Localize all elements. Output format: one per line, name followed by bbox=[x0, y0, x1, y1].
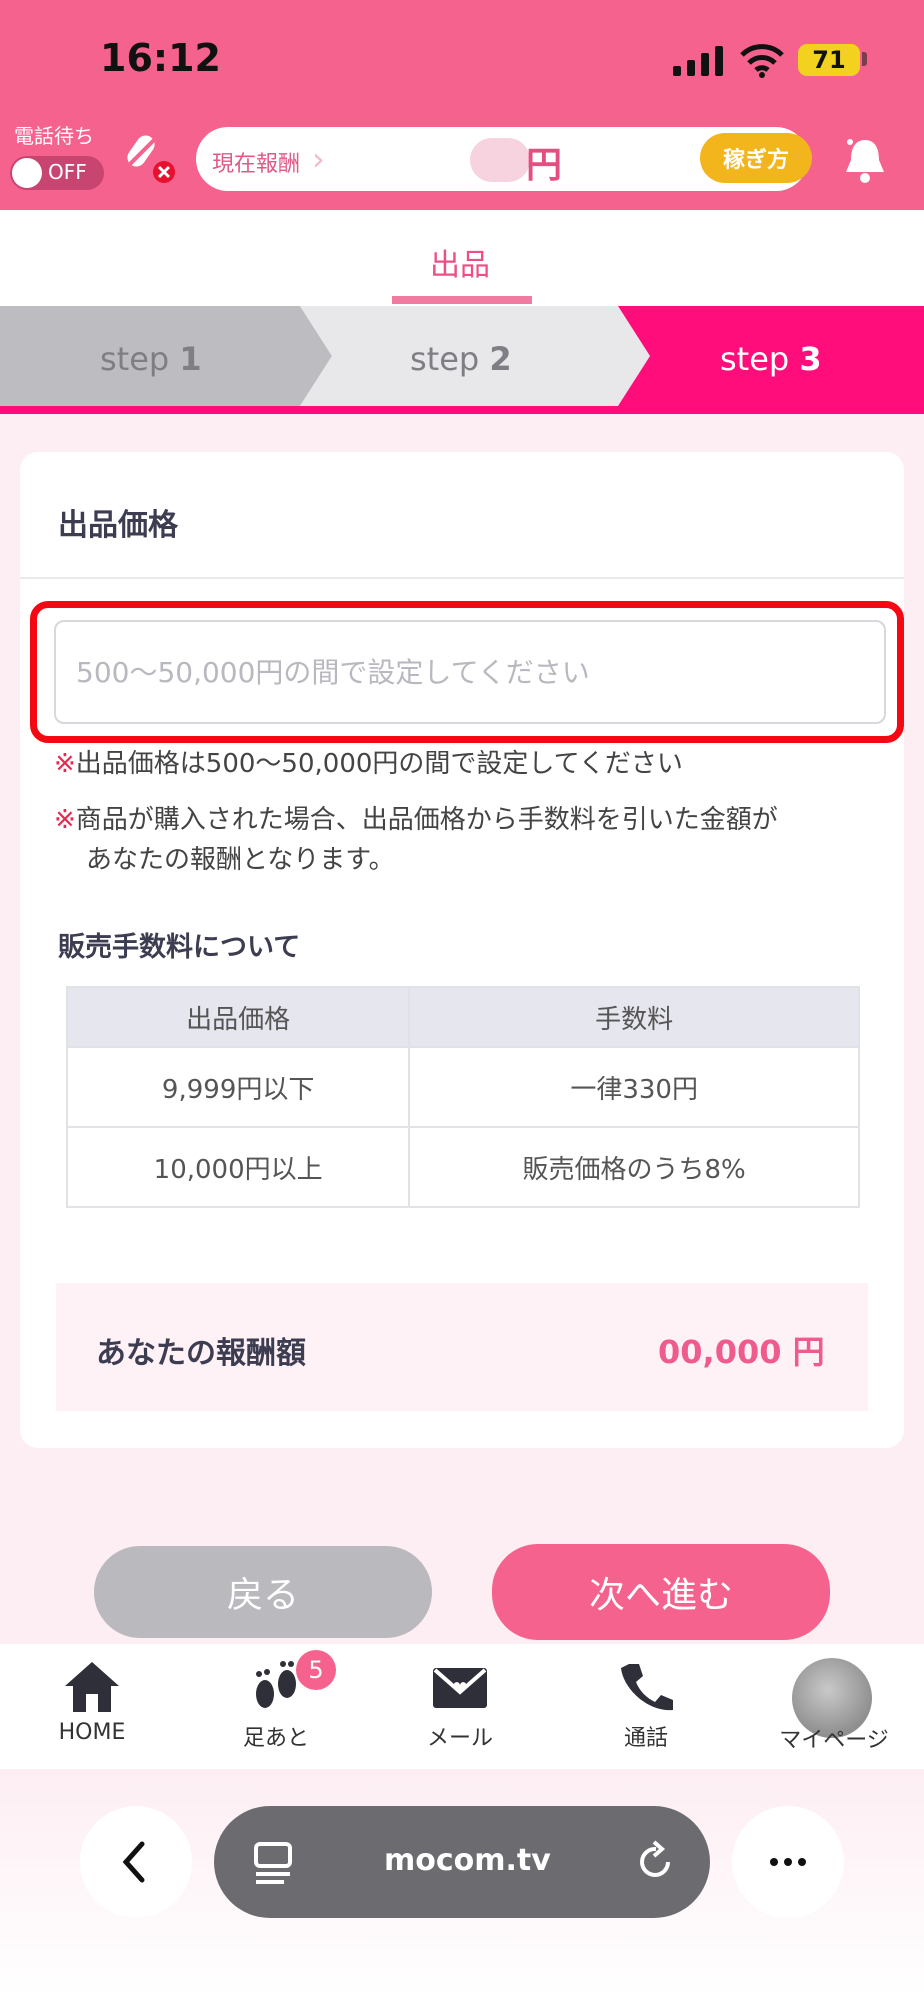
call-wait-toggle[interactable]: OFF bbox=[10, 156, 104, 190]
note-price-range: ※出品価格は500〜50,000円の間で設定してください bbox=[54, 749, 683, 779]
reward-label: あなたの報酬額 bbox=[96, 1336, 306, 1371]
how-to-earn-button[interactable]: 稼ぎ方 bbox=[700, 133, 812, 183]
nav-mail[interactable]: メール bbox=[400, 1660, 520, 1760]
page-title: 出品 bbox=[430, 248, 490, 283]
step-3: step 3 bbox=[720, 340, 822, 378]
table-cell: 販売価格のうち8% bbox=[408, 1126, 860, 1208]
mic-off-icon[interactable] bbox=[118, 128, 180, 186]
nav-call[interactable]: 通話 bbox=[586, 1660, 706, 1760]
status-time: 16:12 bbox=[100, 36, 221, 80]
more-options-button[interactable] bbox=[732, 1806, 844, 1918]
reload-icon[interactable] bbox=[626, 1832, 686, 1892]
table-cell: 10,000円以上 bbox=[65, 1126, 411, 1208]
table-cell: 9,999円以下 bbox=[65, 1046, 411, 1128]
table-header: 出品価格 bbox=[65, 986, 411, 1048]
card-title: 出品価格 bbox=[58, 508, 178, 543]
step-indicator: step 1 step 2 step 3 bbox=[0, 306, 924, 414]
table-row: 10,000円以上 販売価格のうち8% bbox=[65, 1126, 860, 1208]
nav-home[interactable]: HOME bbox=[32, 1660, 152, 1760]
next-button[interactable]: 次へ進む bbox=[492, 1544, 830, 1640]
price-input[interactable] bbox=[54, 620, 886, 724]
fee-table: 出品価格 手数料 9,999円以下 一律330円 10,000円以上 販売価格の… bbox=[65, 986, 860, 1208]
call-wait-label: 電話待ち bbox=[14, 124, 94, 148]
reward-value: 00,000 円 bbox=[658, 1333, 825, 1371]
note-reward: ※商品が購入された場合、出品価格から手数料を引いた金額が あなたの報酬となります… bbox=[54, 805, 778, 875]
mail-icon bbox=[433, 1668, 487, 1708]
chevron-left-icon bbox=[122, 1841, 145, 1883]
toggle-knob bbox=[12, 158, 42, 188]
step-2: step 2 bbox=[410, 340, 512, 378]
table-row: 9,999円以下 一律330円 bbox=[65, 1046, 860, 1128]
footprints-badge: 5 bbox=[296, 1650, 336, 1690]
divider bbox=[20, 577, 904, 579]
wifi-icon bbox=[740, 44, 784, 78]
toggle-state-label: OFF bbox=[48, 160, 87, 184]
battery-indicator: 71 bbox=[798, 44, 860, 76]
url-text: mocom.tv bbox=[384, 1843, 551, 1878]
table-cell: 一律330円 bbox=[408, 1046, 860, 1128]
table-header-row: 出品価格 手数料 bbox=[65, 986, 860, 1048]
step-underline bbox=[0, 406, 924, 414]
reward-unit: 円 bbox=[526, 145, 563, 186]
table-header: 手数料 bbox=[408, 986, 860, 1048]
reward-amount-blurred bbox=[470, 138, 530, 182]
back-button[interactable]: 戻る bbox=[94, 1546, 432, 1638]
fee-heading: 販売手数料について bbox=[58, 932, 301, 963]
tabs-icon bbox=[254, 1842, 292, 1884]
step-1: step 1 bbox=[100, 340, 202, 378]
browser-back-button[interactable] bbox=[80, 1806, 192, 1918]
title-underline bbox=[392, 296, 532, 304]
battery-cap bbox=[862, 52, 867, 66]
bell-icon[interactable] bbox=[840, 132, 890, 188]
home-icon bbox=[65, 1662, 119, 1712]
phone-icon bbox=[621, 1664, 673, 1711]
ellipsis-icon bbox=[770, 1858, 806, 1866]
chevron-right-icon: › bbox=[312, 140, 325, 178]
cellular-signal-icon bbox=[673, 46, 723, 76]
current-reward-label: 現在報酬 bbox=[212, 152, 301, 177]
